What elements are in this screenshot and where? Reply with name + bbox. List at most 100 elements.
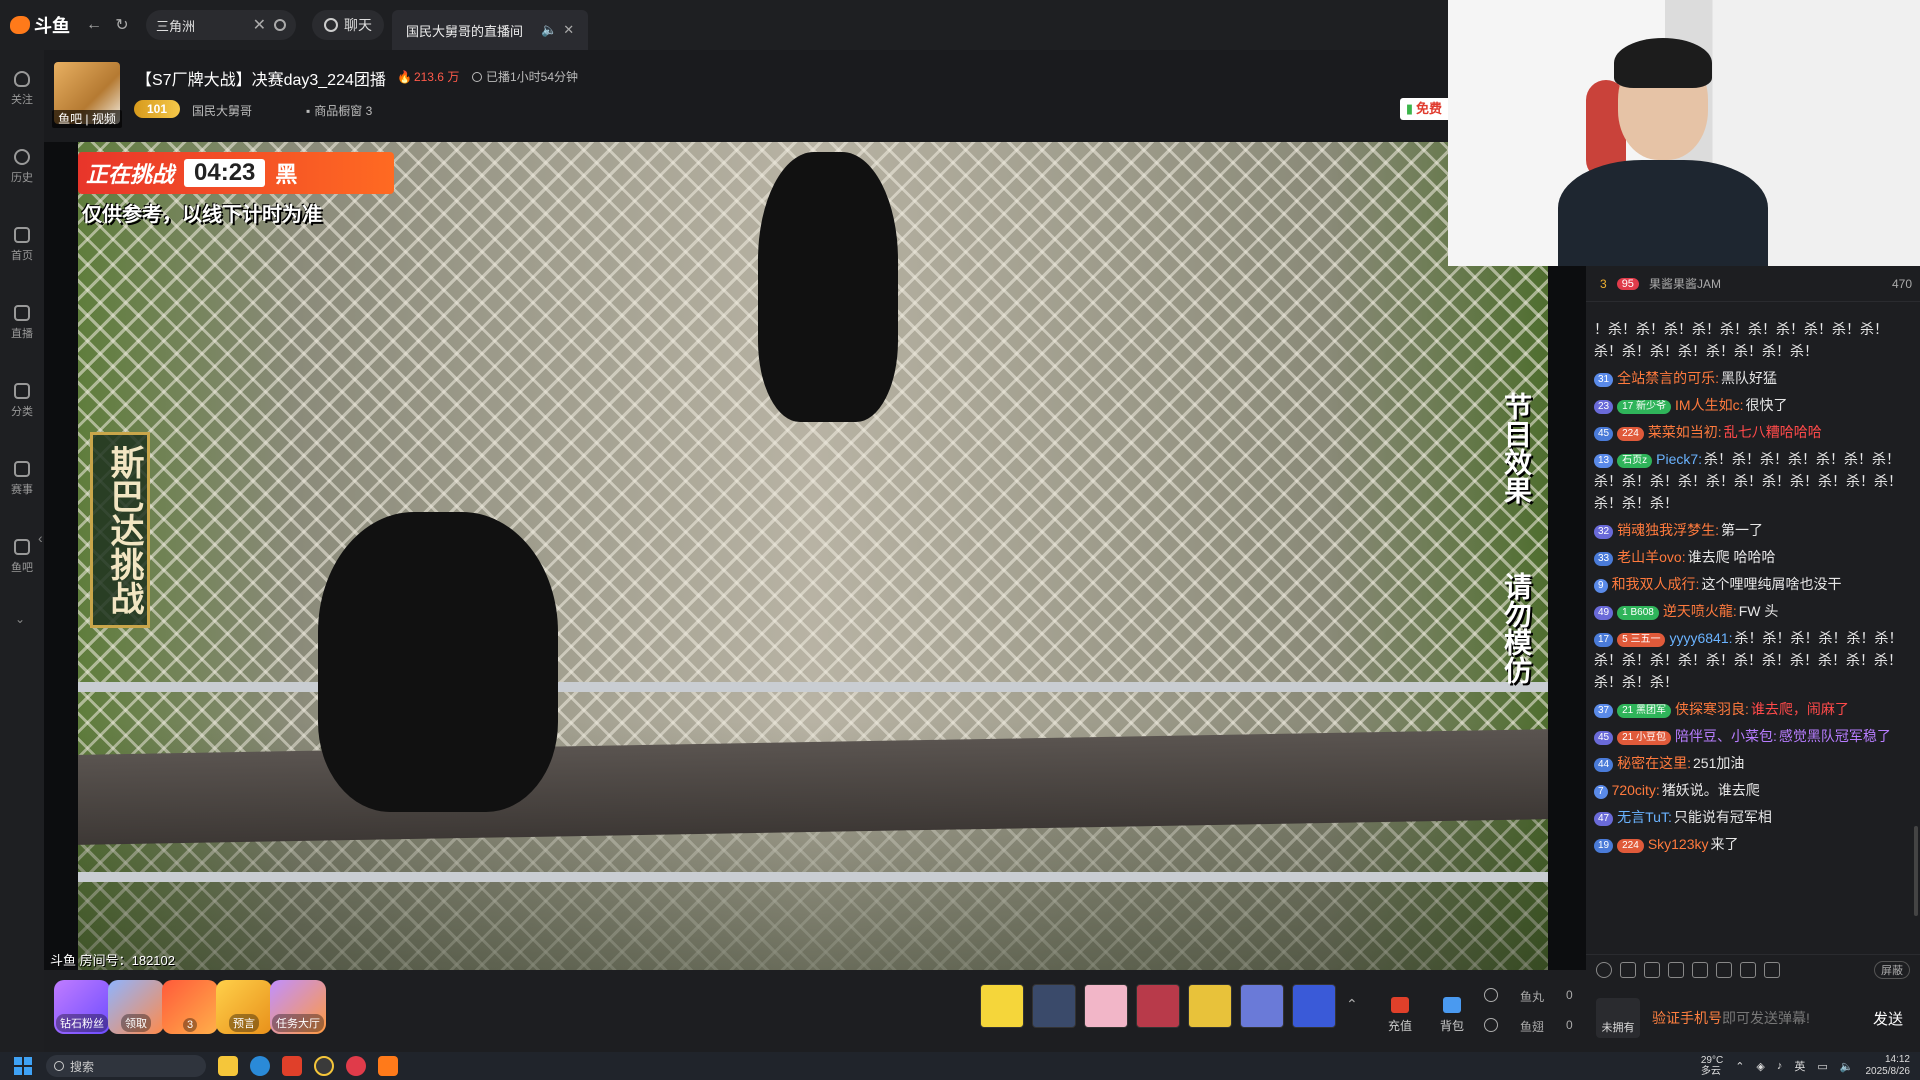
refresh-icon[interactable]: ↻ <box>108 11 136 39</box>
chat-button[interactable]: 聊天 <box>312 10 384 40</box>
app-icon[interactable] <box>282 1056 302 1076</box>
chat-message[interactable]: 19 224 Sky123ky 来了 <box>1594 833 1912 855</box>
chat-message[interactable]: 9 和我双人成行: 这个哩哩纯屑啥也没干 <box>1594 573 1912 595</box>
gift-item[interactable] <box>1032 984 1076 1028</box>
search-icon[interactable] <box>274 19 286 31</box>
clear-search-icon[interactable]: ✕ <box>253 15 266 35</box>
netease-music-icon[interactable] <box>346 1056 366 1076</box>
shield-toggle[interactable]: 屏蔽 <box>1874 960 1910 979</box>
chat-message[interactable]: 45 21 小豆包 陪伴豆、小菜包: 感觉黑队冠军稳了 <box>1594 725 1912 747</box>
chat-username[interactable]: 陪伴豆、小菜包: <box>1675 728 1777 744</box>
chat-username[interactable]: yyyy6841: <box>1669 630 1732 646</box>
chat-username[interactable]: 销魂独我浮梦生: <box>1617 522 1719 538</box>
edge-browser-icon[interactable] <box>250 1056 270 1076</box>
chat-message[interactable]: 37 21 黑团军 侠探寒羽良: 谁去爬，闹麻了 <box>1594 698 1912 720</box>
chat-message[interactable]: 45 224 菜菜如当初: 乱七八糟哈哈哈 <box>1594 421 1912 443</box>
chat-message[interactable]: 7 720city: 猪妖说。谁去爬 <box>1594 779 1912 801</box>
chat-username[interactable]: 逆天喷火龍: <box>1663 603 1737 619</box>
chat-message[interactable]: 44 秘密在这里: 251加油 <box>1594 752 1912 774</box>
chat-username[interactable]: 全站禁言的可乐: <box>1617 370 1719 386</box>
chevron-down-icon[interactable]: ⌄ <box>15 612 25 626</box>
gift-item[interactable] <box>1084 984 1128 1028</box>
avatar-label[interactable]: 鱼吧 | 视频 <box>52 110 122 128</box>
chat-message[interactable]: 23 17 新少爷 IM人生如c: 很快了 <box>1594 394 1912 416</box>
chat-scrollbar[interactable] <box>1914 826 1918 916</box>
sidebar-item-home[interactable]: 首页 <box>0 206 44 284</box>
barrage-color-icon[interactable] <box>1692 961 1708 978</box>
chrome-icon[interactable] <box>314 1056 334 1076</box>
chat-message[interactable]: 32 销魂独我浮梦生: 第一了 <box>1594 519 1912 541</box>
barrage-style-icon[interactable] <box>1668 961 1684 978</box>
streamer-name[interactable]: 国民大舅哥 <box>192 102 252 119</box>
emoji-icon[interactable] <box>1596 961 1612 978</box>
taskbar-clock[interactable]: 14:12 2025/8/26 <box>1866 1054 1911 1078</box>
badge-not-owned[interactable]: 未拥有 <box>1596 998 1640 1038</box>
backpack-button[interactable]: 背包 <box>1432 984 1472 1034</box>
chat-message[interactable]: 31 全站禁言的可乐: 黑队好猛 <box>1594 367 1912 389</box>
back-arrow-icon[interactable]: ← <box>80 11 108 39</box>
shortcut-icon[interactable] <box>1764 961 1780 978</box>
chat-username[interactable]: IM人生如c: <box>1675 397 1743 413</box>
chat-username[interactable]: 老山羊ovo: <box>1617 549 1685 565</box>
search-input[interactable]: 三角洲 <box>156 16 253 35</box>
recharge-button[interactable]: 充值 <box>1380 984 1420 1034</box>
claim-button[interactable]: 领取 <box>108 980 164 1034</box>
tab-live-room[interactable]: 国民大舅哥的直播间 🔈 ✕ <box>392 10 589 50</box>
sidebar-item-live[interactable]: 直播 <box>0 284 44 362</box>
gift-item[interactable] <box>1136 984 1180 1028</box>
chat-username[interactable]: 和我双人成行: <box>1612 576 1700 592</box>
gift-box-button[interactable]: 3 <box>162 980 218 1034</box>
chat-username[interactable]: 侠探寒羽良: <box>1675 701 1749 717</box>
chat-message[interactable]: 47 无言TuT: 只能说有冠军相 <box>1594 806 1912 828</box>
chat-message[interactable]: 17 5 三五一 yyyy6841: 杀！杀！杀！杀！杀！杀！杀！杀！杀！杀！杀！杀！… <box>1594 627 1912 693</box>
shield-icon[interactable]: ◈ <box>1756 1060 1764 1073</box>
file-explorer-icon[interactable] <box>218 1056 238 1076</box>
speaker-icon[interactable]: 🔈 <box>541 22 557 38</box>
chat-username[interactable]: Sky123ky <box>1648 836 1709 852</box>
chat-username[interactable]: Pieck7: <box>1656 451 1702 467</box>
microphone-icon[interactable]: ♪ <box>1777 1060 1783 1072</box>
chat-messages[interactable]: ！杀！杀！杀！杀！杀！杀！杀！杀！杀！杀！杀！杀！杀！杀！杀！杀！杀！杀！ 31 全… <box>1586 318 1920 954</box>
chat-message[interactable]: ！杀！杀！杀！杀！杀！杀！杀！杀！杀！杀！杀！杀！杀！杀！杀！杀！杀！杀！ <box>1594 318 1912 362</box>
douyu-logo[interactable]: 斗鱼 <box>0 0 80 50</box>
gift-item[interactable] <box>1188 984 1232 1028</box>
collapse-arrow-icon[interactable]: ‹ <box>38 530 43 546</box>
task-hall-button[interactable]: 任务大厅 <box>270 980 326 1034</box>
chat-username[interactable]: 无言TuT: <box>1617 809 1672 825</box>
prophecy-button[interactable]: 预言 <box>216 980 272 1034</box>
chat-username[interactable]: 720city: <box>1612 782 1660 798</box>
sidebar-item-follow[interactable]: 关注 <box>0 50 44 128</box>
chat-username[interactable]: 菜菜如当初: <box>1648 424 1722 440</box>
search-box[interactable]: 三角洲 ✕ <box>146 10 296 40</box>
gift-item[interactable] <box>1240 984 1284 1028</box>
verify-phone-link[interactable]: 验证手机号 <box>1652 1010 1722 1026</box>
chat-input-placeholder[interactable]: 验证手机号即可发送弹幕! <box>1652 1008 1854 1028</box>
sidebar-item-history[interactable]: 历史 <box>0 128 44 206</box>
volume-icon[interactable]: 🔈 <box>1840 1060 1854 1073</box>
chevron-up-icon[interactable]: ⌃ <box>1735 1060 1744 1073</box>
star-icon[interactable] <box>1644 961 1660 978</box>
gift-item[interactable] <box>980 984 1024 1028</box>
taskbar-search[interactable]: 搜索 <box>46 1055 206 1077</box>
video-player[interactable]: 正在挑战 04:23 黑 仅供参考，以线下计时为准 斯巴达挑战 节目效果 请勿模… <box>44 142 1586 970</box>
tab-close-icon[interactable]: ✕ <box>563 22 574 38</box>
send-button[interactable]: 发送 <box>1866 1003 1910 1033</box>
barrage-position-icon[interactable] <box>1716 961 1732 978</box>
gift-item[interactable] <box>1292 984 1336 1028</box>
sidebar-item-category[interactable]: 分类 <box>0 362 44 440</box>
ime-indicator[interactable]: 英 <box>1794 1058 1805 1074</box>
free-badge[interactable]: 免费 <box>1399 98 1448 120</box>
rank-bar[interactable]: 3 95 果酱果酱JAM 470 <box>1586 266 1920 302</box>
network-icon[interactable]: ▭ <box>1817 1060 1827 1073</box>
shop-window-link[interactable]: 商品橱窗 3 <box>306 102 372 119</box>
sidebar-item-events[interactable]: 赛事 <box>0 440 44 518</box>
douyu-app-icon[interactable] <box>378 1056 398 1076</box>
megaphone-icon[interactable] <box>1620 961 1636 978</box>
chevron-up-icon[interactable]: ⌃ <box>1346 996 1358 1013</box>
diamond-fans-button[interactable]: 钻石粉丝 <box>54 980 110 1034</box>
weather-widget[interactable]: 29°C 多云 <box>1701 1055 1723 1077</box>
hot-words-icon[interactable] <box>1740 961 1756 978</box>
chat-username[interactable]: 秘密在这里: <box>1617 755 1691 771</box>
chat-message[interactable]: 33 老山羊ovo: 谁去爬 哈哈哈 <box>1594 546 1912 568</box>
chat-message[interactable]: 49 1 B608 逆天喷火龍: FW 头 <box>1594 600 1912 622</box>
